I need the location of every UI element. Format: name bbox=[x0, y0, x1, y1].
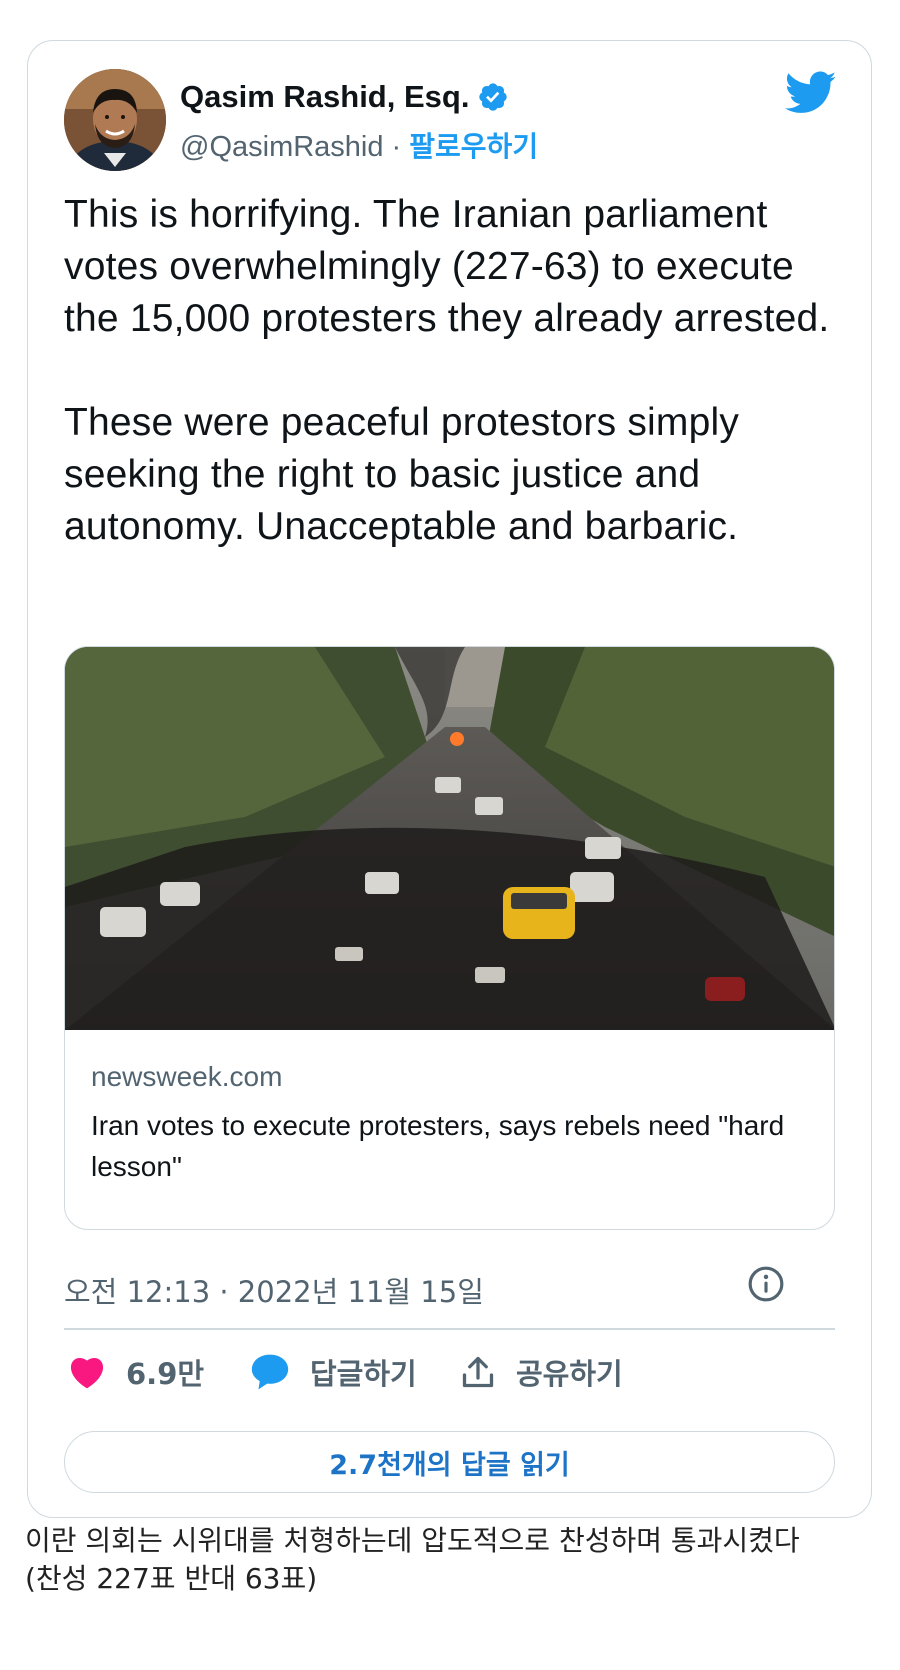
handle-row: @QasimRashid · 팔로우하기 bbox=[180, 125, 538, 165]
avatar[interactable] bbox=[64, 69, 166, 171]
divider bbox=[64, 1328, 835, 1330]
link-domain: newsweek.com bbox=[91, 1061, 283, 1092]
caption-line-1: 이란 의회는 시위대를 처형하는데 압도적으로 찬성하며 통과시켰다 bbox=[25, 1524, 800, 1557]
tweet-timestamp[interactable]: 오전 12:13 · 2022년 11월 15일 bbox=[64, 1269, 484, 1311]
article-photo bbox=[65, 647, 834, 1030]
separator: · bbox=[383, 131, 410, 163]
author-name[interactable]: Qasim Rashid, Esq. bbox=[180, 79, 469, 115]
author-handle[interactable]: @QasimRashid bbox=[180, 131, 384, 163]
tweet-card: Qasim Rashid, Esq. @QasimRashid · 팔로우하기 … bbox=[27, 40, 872, 1518]
like-button[interactable]: 6.9만 bbox=[68, 1351, 204, 1393]
speech-bubble-icon bbox=[251, 1354, 289, 1390]
verified-badge-icon bbox=[479, 83, 508, 111]
tweet-text: This is horrifying. The Iranian parliame… bbox=[64, 193, 830, 548]
reply-button[interactable]: 답글하기 bbox=[250, 1351, 417, 1393]
caption-line-2: (찬성 227표 반대 63표) bbox=[25, 1562, 318, 1595]
avatar-photo bbox=[64, 69, 166, 171]
link-title[interactable]: Iran votes to execute protesters, says r… bbox=[91, 1105, 811, 1187]
link-preview-card[interactable]: newsweek.com Iran votes to execute prote… bbox=[64, 646, 835, 1230]
like-count: 6.9만 bbox=[126, 1357, 205, 1391]
share-button[interactable]: 공유하기 bbox=[460, 1351, 623, 1393]
twitter-bird-icon[interactable] bbox=[785, 71, 837, 115]
post-caption: 이란 의회는 시위대를 처형하는데 압도적으로 찬성하며 통과시켰다 (찬성 2… bbox=[25, 1522, 875, 1598]
read-replies-button[interactable]: 2.7천개의 답글 읽기 bbox=[64, 1431, 835, 1493]
info-icon[interactable] bbox=[747, 1265, 785, 1303]
heart-icon bbox=[70, 1357, 104, 1389]
share-label: 공유하기 bbox=[516, 1357, 623, 1391]
action-bar: 6.9만 답글하기 공유하기 bbox=[64, 1343, 835, 1403]
follow-button[interactable]: 팔로우하기 bbox=[409, 130, 538, 163]
author-row: Qasim Rashid, Esq. bbox=[180, 79, 509, 115]
share-upload-icon bbox=[462, 1356, 494, 1388]
reply-label: 답글하기 bbox=[310, 1357, 417, 1391]
